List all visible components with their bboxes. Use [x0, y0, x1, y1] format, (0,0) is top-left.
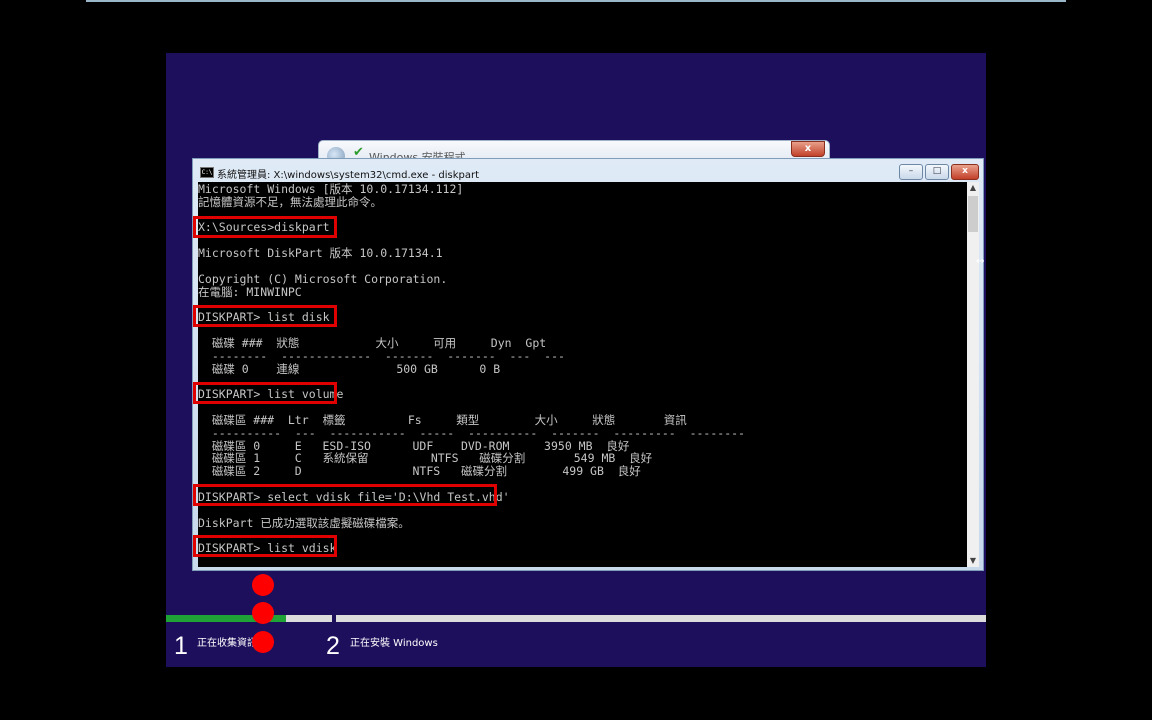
- console-line: 磁碟 ### 狀態 大小 可用 Dyn Gpt: [198, 335, 547, 350]
- console-line: -------- ------------- ------- ------- -…: [198, 348, 565, 363]
- step-1-label: 正在收集資訊: [197, 638, 257, 649]
- cmd-window-title: 系統管理員: X:\windows\system32\cmd.exe - dis…: [217, 170, 480, 181]
- console-line: ---------- --- ----------- ----- -------…: [198, 425, 745, 440]
- step-1-number: 1: [174, 632, 188, 660]
- console-line: 記憶體資源不足，無法處理此命令。: [198, 194, 382, 209]
- minimize-button[interactable]: –: [899, 164, 923, 180]
- red-dot-marker: [252, 602, 274, 624]
- highlight-box-list-vdisk: [193, 535, 337, 557]
- console-line: 磁碟區 2 D NTFS 磁碟分割 499 GB 良好: [198, 464, 641, 479]
- console-line: DiskPart 已成功選取該虛擬磁碟檔案。: [198, 515, 410, 530]
- cmd-titlebar[interactable]: C:\ 系統管理員: X:\windows\system32\cmd.exe -…: [193, 159, 983, 181]
- resize-cursor-icon: ↔: [976, 256, 985, 267]
- console-output[interactable]: Microsoft Windows [版本 10.0.17134.112] 記憶體…: [198, 182, 967, 567]
- maximize-button[interactable]: □: [925, 164, 949, 180]
- progress-track-step-1: [166, 615, 332, 622]
- scrollbar-thumb[interactable]: [968, 196, 978, 232]
- scroll-up-icon[interactable]: ▲: [967, 182, 979, 194]
- red-dot-marker: [252, 574, 274, 596]
- step-2-label: 正在安裝 Windows: [350, 638, 438, 649]
- cmd-icon: C:\: [200, 167, 214, 178]
- highlight-box-list-disk: [193, 305, 337, 327]
- highlight-box-diskpart: [193, 216, 337, 238]
- console-line: 在電腦: MINWINPC: [198, 284, 302, 299]
- scroll-down-icon[interactable]: ▼: [967, 555, 979, 567]
- step-2-number: 2: [326, 632, 340, 660]
- setup-dialog-close-button[interactable]: x: [791, 141, 825, 157]
- highlight-box-list-volume: [193, 382, 337, 404]
- top-edge-bar: [86, 0, 1066, 2]
- close-button[interactable]: x: [951, 164, 979, 180]
- red-dot-marker: [252, 631, 274, 653]
- console-line: 磁碟區 ### Ltr 標籤 Fs 類型 大小 狀態 資訊: [198, 412, 687, 427]
- highlight-box-select-vdisk: [193, 484, 497, 506]
- console-line: Microsoft DiskPart 版本 10.0.17134.1: [198, 246, 443, 261]
- console-line: 磁碟 0 連線 500 GB 0 B: [198, 361, 501, 376]
- console-line: Copyright (C) Microsoft Corporation.: [198, 271, 448, 286]
- progress-track-step-2: [336, 615, 986, 622]
- console-scrollbar[interactable]: ▲ ▼: [967, 182, 979, 567]
